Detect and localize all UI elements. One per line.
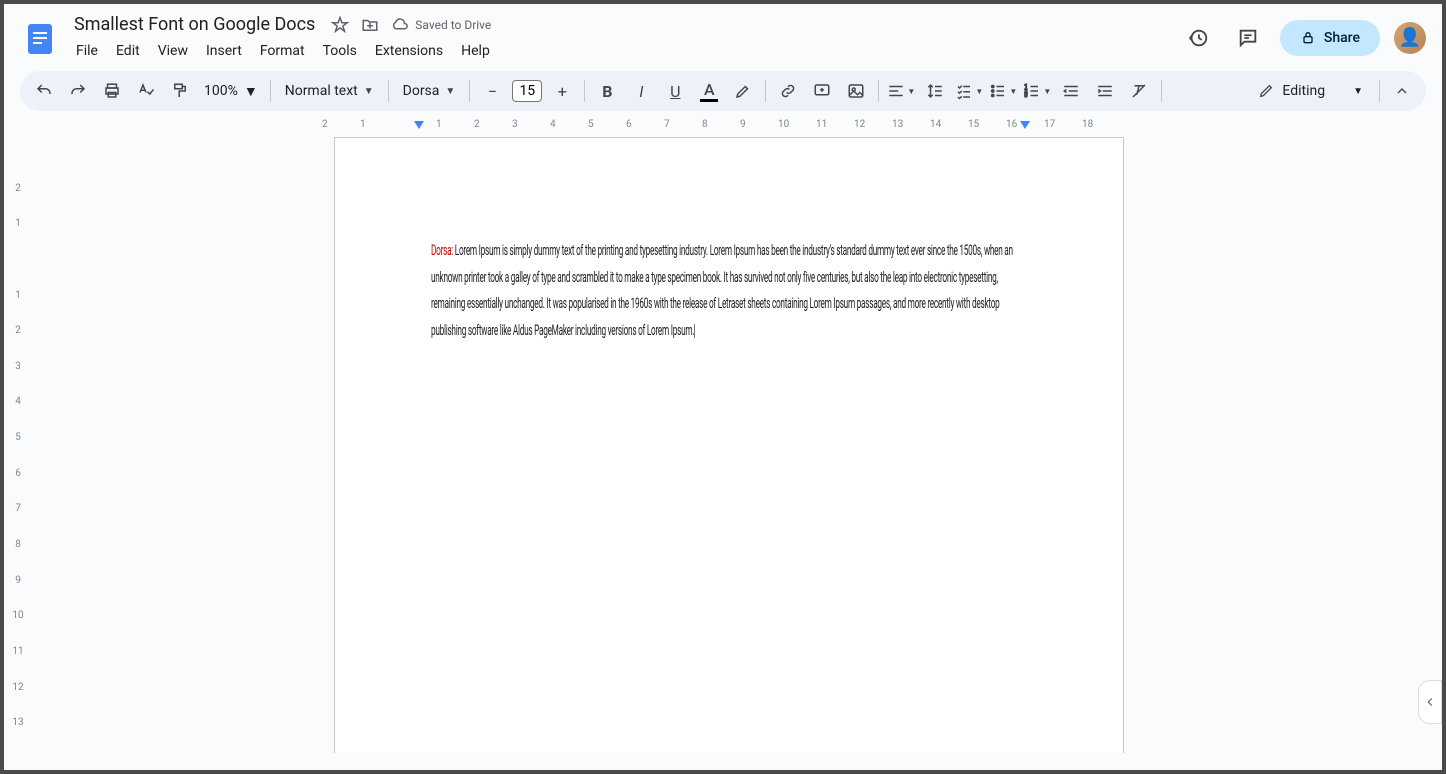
- separator: [469, 80, 470, 102]
- indent-decrease-button[interactable]: [1055, 75, 1087, 107]
- spellcheck-button[interactable]: [130, 75, 162, 107]
- separator: [584, 80, 585, 102]
- indent-marker-right[interactable]: [1020, 121, 1030, 129]
- font-size-increase[interactable]: +: [546, 75, 578, 107]
- side-panel-toggle[interactable]: [1418, 680, 1442, 724]
- print-button[interactable]: [96, 75, 128, 107]
- vertical-ruler[interactable]: 2112345678910111213: [4, 137, 32, 753]
- document-title[interactable]: Smallest Font on Google Docs: [68, 12, 321, 37]
- move-icon[interactable]: [361, 16, 379, 34]
- document-body-text[interactable]: Dorsa: Lorem Ipsum is simply dummy text …: [431, 238, 1028, 344]
- separator: [765, 80, 766, 102]
- paragraph-style-select[interactable]: Normal text▼: [277, 79, 382, 103]
- font-family-select[interactable]: Dorsa▼: [395, 79, 464, 103]
- separator: [878, 80, 879, 102]
- menu-bar: File Edit View Insert Format Tools Exten…: [68, 39, 1172, 63]
- underline-button[interactable]: U: [659, 75, 691, 107]
- share-button[interactable]: Share: [1280, 20, 1380, 56]
- indent-marker-left[interactable]: [414, 121, 424, 129]
- document-canvas[interactable]: Dorsa: Lorem Ipsum is simply dummy text …: [32, 137, 1442, 753]
- font-name-label: Dorsa:: [431, 241, 453, 259]
- align-button[interactable]: ▼: [885, 75, 917, 107]
- insert-image-button[interactable]: [840, 75, 872, 107]
- menu-help[interactable]: Help: [453, 39, 498, 63]
- editing-mode-button[interactable]: Editing ▼: [1248, 79, 1373, 103]
- svg-text:3: 3: [1025, 93, 1028, 99]
- header-bar: Smallest Font on Google Docs Saved to Dr…: [4, 4, 1442, 63]
- menu-format[interactable]: Format: [252, 39, 313, 63]
- document-page[interactable]: Dorsa: Lorem Ipsum is simply dummy text …: [334, 137, 1124, 753]
- checklist-button[interactable]: ▼: [953, 75, 985, 107]
- bold-button[interactable]: B: [591, 75, 623, 107]
- separator: [1379, 80, 1380, 102]
- avatar[interactable]: 👤: [1394, 22, 1426, 54]
- history-icon[interactable]: [1180, 20, 1216, 56]
- chevron-down-icon: ▼: [364, 86, 374, 97]
- text-color-button[interactable]: A: [693, 75, 725, 107]
- font-size-decrease[interactable]: −: [476, 75, 508, 107]
- separator: [388, 80, 389, 102]
- menu-view[interactable]: View: [150, 39, 196, 63]
- separator: [270, 80, 271, 102]
- paint-format-button[interactable]: [164, 75, 196, 107]
- line-spacing-button[interactable]: [919, 75, 951, 107]
- comments-icon[interactable]: [1230, 20, 1266, 56]
- menu-tools[interactable]: Tools: [315, 39, 365, 63]
- text-cursor: [694, 324, 695, 338]
- redo-button[interactable]: [62, 75, 94, 107]
- chevron-down-icon: ▼: [244, 83, 258, 100]
- zoom-select[interactable]: 100%▼: [198, 79, 264, 104]
- insert-link-button[interactable]: [772, 75, 804, 107]
- chevron-down-icon: ▼: [1353, 86, 1363, 97]
- toolbar: 100%▼ Normal text▼ Dorsa▼ − + B I U A ▼ …: [20, 71, 1426, 111]
- highlight-button[interactable]: [727, 75, 759, 107]
- separator: [1161, 80, 1162, 102]
- bullet-list-button[interactable]: ▼: [987, 75, 1019, 107]
- menu-edit[interactable]: Edit: [108, 39, 148, 63]
- clear-formatting-button[interactable]: [1123, 75, 1155, 107]
- undo-button[interactable]: [28, 75, 60, 107]
- saved-status[interactable]: Saved to Drive: [391, 16, 491, 34]
- menu-insert[interactable]: Insert: [198, 39, 250, 63]
- collapse-toolbar-button[interactable]: [1386, 75, 1418, 107]
- svg-text:2: 2: [1025, 89, 1028, 95]
- insert-comment-button[interactable]: [806, 75, 838, 107]
- svg-text:1: 1: [1025, 84, 1028, 90]
- font-size-input[interactable]: [512, 80, 542, 102]
- docs-logo-icon[interactable]: [20, 18, 60, 58]
- body-paragraph: Lorem Ipsum is simply dummy text of the …: [431, 241, 1013, 339]
- chevron-down-icon: ▼: [445, 86, 455, 97]
- numbered-list-button[interactable]: 123▼: [1021, 75, 1053, 107]
- indent-increase-button[interactable]: [1089, 75, 1121, 107]
- horizontal-ruler[interactable]: 21123456789101112131415161718: [32, 119, 1442, 137]
- italic-button[interactable]: I: [625, 75, 657, 107]
- star-icon[interactable]: [331, 16, 349, 34]
- menu-file[interactable]: File: [68, 39, 106, 63]
- menu-extensions[interactable]: Extensions: [367, 39, 451, 63]
